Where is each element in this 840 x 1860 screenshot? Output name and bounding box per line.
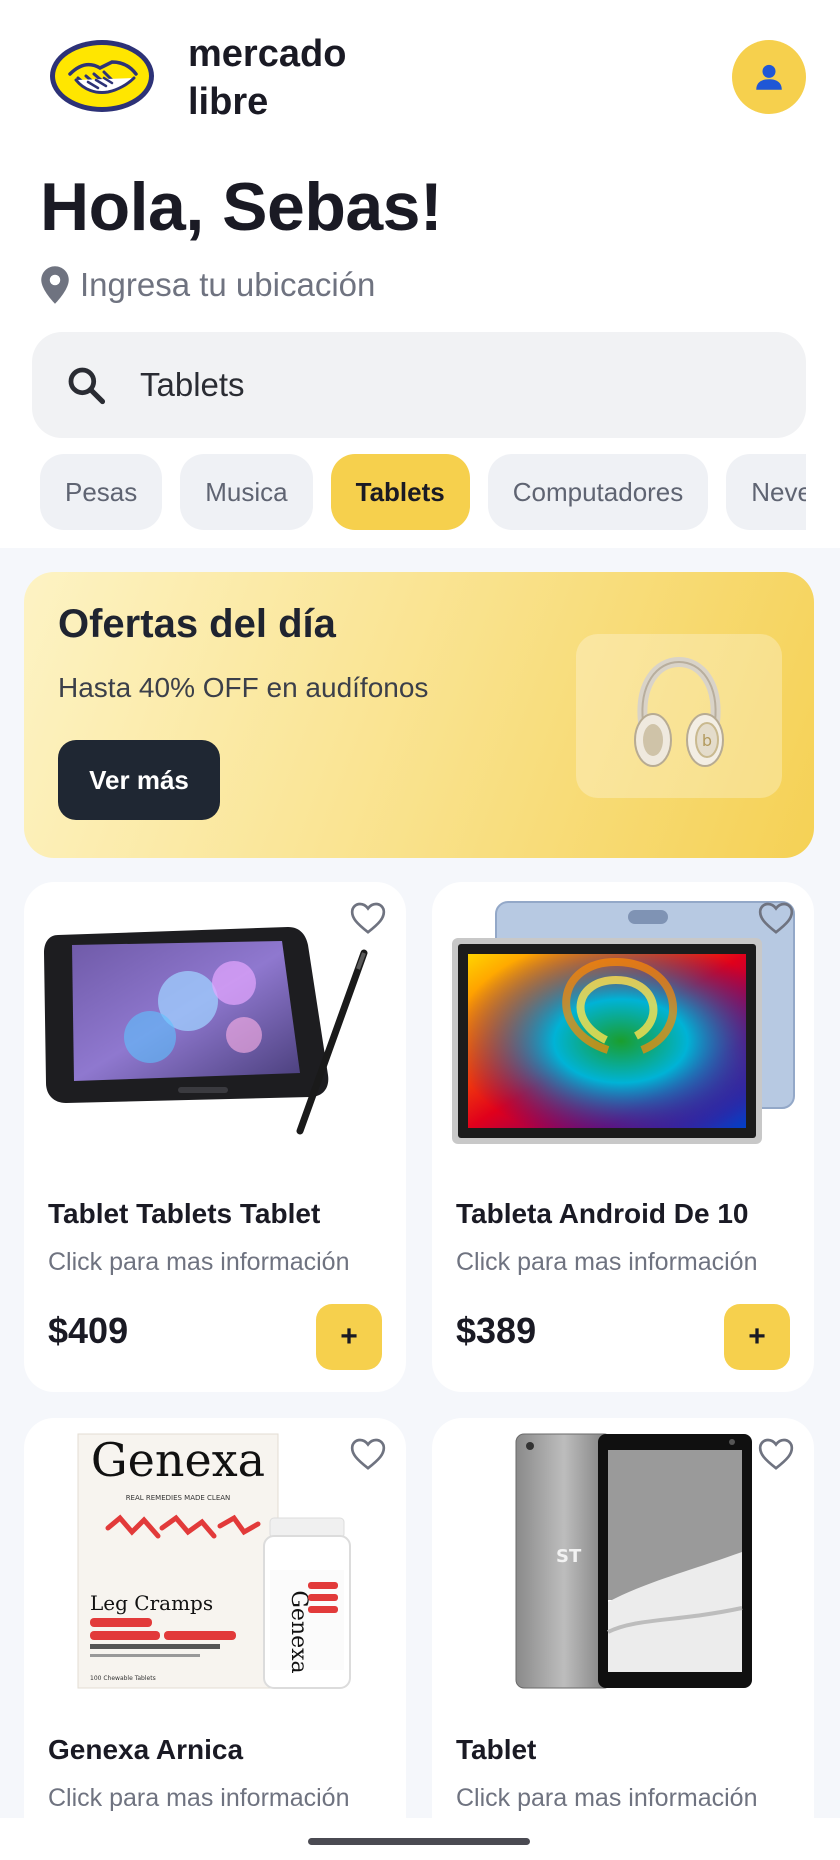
product-card-2[interactable]: Tableta Android De 10 Click para mas inf…: [432, 882, 814, 1392]
genexa-bottle-brand: Genexa: [286, 1590, 311, 1673]
product-name: Genexa Arnica: [48, 1734, 244, 1765]
location-selector[interactable]: Ingresa tu ubicación: [40, 262, 375, 308]
genexa-product: Leg Cramps: [90, 1591, 213, 1615]
favorite-heart-icon[interactable]: [348, 898, 388, 938]
headphones-image: b: [576, 634, 782, 798]
product-info-link[interactable]: Click para mas información: [48, 1784, 350, 1813]
product-image-genexa: Genexa REAL REMEDIES MADE CLEAN Leg Cram…: [38, 1432, 392, 1690]
search-input[interactable]: Tablets: [140, 366, 245, 404]
app-header: mercado libre: [0, 0, 840, 150]
product-image-android-tablet: [446, 896, 800, 1154]
add-to-cart-button[interactable]: +: [724, 1304, 790, 1370]
product-image-rugged-tablet: [38, 896, 392, 1154]
product-info-link[interactable]: Click para mas información: [456, 1784, 758, 1813]
chip-tablets[interactable]: Tablets: [330, 454, 470, 530]
location-placeholder: Ingresa tu ubicación: [80, 266, 376, 303]
profile-button[interactable]: [732, 40, 806, 114]
product-info-link[interactable]: Click para mas información: [48, 1248, 350, 1277]
product-name: Tablet: [456, 1734, 537, 1765]
user-icon: [756, 64, 782, 90]
genexa-count: 100 Chewable Tablets: [90, 1675, 156, 1682]
product-price: $409: [48, 1310, 129, 1351]
favorite-heart-icon[interactable]: [756, 898, 796, 938]
product-card-4[interactable]: ST Tablet Click para mas información: [432, 1418, 814, 1818]
brand-line-2: libre: [188, 81, 269, 123]
search-bar[interactable]: Tablets: [32, 332, 806, 438]
banner-title: Ofertas del día: [58, 602, 336, 646]
favorite-heart-icon[interactable]: [756, 1434, 796, 1474]
add-to-cart-button[interactable]: +: [316, 1304, 382, 1370]
genexa-brand: Genexa: [91, 1433, 265, 1487]
product-name: Tableta Android De 10: [456, 1198, 749, 1229]
brand-line-1: mercado: [188, 33, 347, 75]
product-name: Tablet Tablets Tablet: [48, 1198, 321, 1229]
product-info-link[interactable]: Click para mas información: [456, 1248, 758, 1277]
product-image-tablet: ST: [446, 1432, 800, 1690]
favorite-heart-icon[interactable]: [348, 1434, 388, 1474]
svg-text:b: b: [702, 731, 712, 750]
brand-name: mercado libre: [188, 30, 346, 126]
product-card-1[interactable]: Tablet Tablets Tablet Click para mas inf…: [24, 882, 406, 1392]
genexa-tagline: REAL REMEDIES MADE CLEAN: [126, 1494, 231, 1502]
chip-neveras[interactable]: Neveras: [726, 454, 806, 530]
product-card-3[interactable]: Genexa REAL REMEDIES MADE CLEAN Leg Cram…: [24, 1418, 406, 1818]
search-icon: [60, 359, 112, 411]
location-pin-icon: [41, 266, 69, 304]
chip-musica[interactable]: Musica: [180, 454, 313, 530]
chip-computadores[interactable]: Computadores: [487, 454, 709, 530]
greeting-title: Hola, Sebas!: [40, 169, 443, 245]
svg-text:ST: ST: [556, 1546, 582, 1567]
mercadolibre-logo[interactable]: [48, 38, 156, 114]
chip-pesas[interactable]: Pesas: [40, 454, 163, 530]
banner-subtitle: Hasta 40% OFF en audífonos: [58, 672, 429, 703]
main-content: Ofertas del día Hasta 40% OFF en audífon…: [0, 548, 840, 1818]
see-more-button[interactable]: Ver más: [58, 740, 220, 820]
home-indicator[interactable]: [308, 1838, 530, 1845]
category-chips: PesasMusicaTabletsComputadoresNeveras: [40, 454, 806, 530]
product-price: $389: [456, 1310, 537, 1351]
deals-banner[interactable]: Ofertas del día Hasta 40% OFF en audífon…: [24, 572, 814, 858]
